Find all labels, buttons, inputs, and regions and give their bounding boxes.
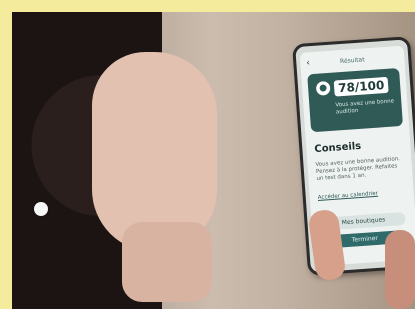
- calendar-link[interactable]: Accéder au calendrier: [318, 191, 379, 201]
- top-edge-bar: [0, 0, 415, 12]
- screen-title: Résultat: [339, 56, 365, 66]
- advice-title: Conseils: [314, 140, 362, 156]
- woman-neck: [122, 222, 212, 302]
- holding-hand-right: [385, 230, 415, 309]
- ear-icon: ●: [315, 80, 331, 96]
- earbud-icon: [34, 202, 48, 216]
- score-message: Vous avez une bonne audition: [335, 98, 395, 116]
- left-edge-fragment: [0, 38, 12, 50]
- left-edge-fragment: [0, 80, 12, 92]
- hearing-score: 78/100: [333, 76, 389, 97]
- left-edge-strip: [0, 0, 12, 309]
- score-card: ● 78/100 Vous avez une bonne audition: [307, 67, 404, 133]
- advice-text: Vous avez une bonne audition. Pensez à l…: [315, 156, 401, 183]
